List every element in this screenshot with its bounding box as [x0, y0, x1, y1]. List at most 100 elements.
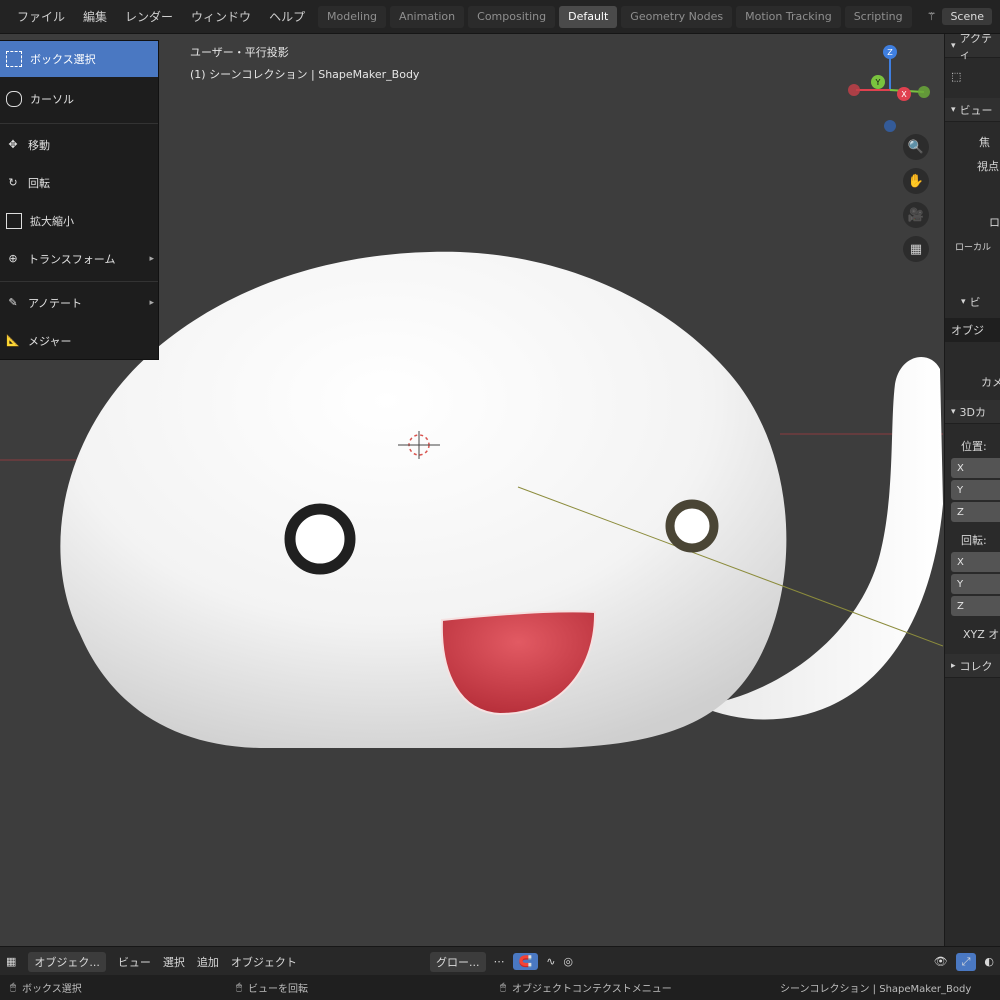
sidebar-section-view-lock[interactable]: ▾ ビ — [955, 290, 1000, 314]
status-middle-left-action: ビューを回転 — [248, 984, 308, 995]
tool-transform[interactable]: ⊕ トランスフォーム ▸ — [0, 241, 158, 277]
zoom-icon[interactable]: 🔍 — [903, 134, 929, 160]
tool-label: ボックス選択 — [30, 53, 96, 66]
sidebar-section-view[interactable]: ▾ ビュー — [945, 98, 1000, 122]
tool-label: トランスフォーム — [28, 253, 116, 266]
tool-measure[interactable]: 📐 メジャー — [0, 323, 158, 359]
gizmo-z-label: Z — [887, 48, 893, 57]
tool-cursor[interactable]: カーソル — [0, 81, 158, 117]
scene-name[interactable]: Scene — [942, 7, 992, 25]
tool-scale[interactable]: 拡大縮小 — [0, 203, 158, 239]
active-object-label: (1) シーンコレクション | ShapeMaker_Body — [190, 68, 420, 81]
section-title: 3Dカ — [959, 405, 986, 419]
navigation-gizmo[interactable]: Z Y X — [842, 42, 942, 142]
cursor-location-y[interactable]: Y — [951, 480, 1000, 500]
right-eye[interactable] — [665, 499, 719, 553]
chevron-right-icon: ▸ — [951, 660, 956, 671]
editor-type-icon[interactable]: ▦ — [6, 955, 16, 968]
tool-move[interactable]: ✥ 移動 — [0, 127, 158, 163]
box-select-icon — [6, 51, 22, 67]
camera-icon[interactable]: 🎥 — [903, 202, 929, 228]
status-middle-action: オブジェクトコンテクストメニュー — [512, 984, 672, 995]
active-tool-row[interactable]: ⬚ — [945, 64, 1000, 88]
mouse-left-icon: 🖱 — [10, 982, 16, 993]
proportional-edit-icon[interactable]: ◎ — [563, 955, 573, 968]
tab-animation[interactable]: Animation — [390, 6, 465, 28]
section-title: ビ — [969, 296, 981, 309]
visibility-icon[interactable]: 👁 — [934, 955, 948, 968]
menu-help[interactable]: ヘルプ — [260, 8, 314, 25]
sidebar-section-collection[interactable]: ▸ コレク — [945, 654, 1000, 678]
cursor-location-x[interactable]: X — [951, 458, 1000, 478]
menu-select[interactable]: 選択 — [163, 954, 185, 970]
pivot-point-icon[interactable]: ⋯ — [494, 955, 505, 968]
body-mesh[interactable] — [60, 251, 787, 748]
menu-view[interactable]: ビュー — [118, 954, 151, 970]
tool-box-select[interactable]: ボックス選択 — [0, 41, 158, 77]
tool-label: 拡大縮小 — [30, 215, 74, 228]
local-camera-label: ローカル — [955, 242, 992, 253]
gizmo-neg-y[interactable] — [918, 86, 930, 98]
snap-target-select[interactable]: ∿ — [546, 955, 555, 968]
workspace-tabs: Modeling Animation Compositing Default G… — [318, 6, 912, 28]
tool-annotate[interactable]: ✎ アノテート ▸ — [0, 285, 158, 321]
overlay-icon[interactable]: ◐ — [984, 955, 994, 968]
gizmo-toggle[interactable]: ⤢ — [955, 952, 977, 971]
menu-divider — [0, 123, 158, 124]
left-eye[interactable] — [284, 503, 356, 575]
mouse-right-icon: 🖱 — [500, 982, 506, 993]
rotate-icon: ↻ — [8, 176, 18, 189]
menu-add[interactable]: 追加 — [197, 954, 219, 970]
tab-default[interactable]: Default — [559, 6, 618, 28]
viewport-nav-buttons: 🔍 ✋ 🎥 ▦ — [903, 134, 933, 270]
transform-orientation-select[interactable]: グロー... — [430, 951, 486, 972]
pan-hand-icon[interactable]: ✋ — [903, 168, 929, 194]
cursor-rotation-x[interactable]: X — [951, 552, 1000, 572]
section-title: コレク — [959, 659, 993, 673]
3d-viewport[interactable]: ユーザー・平行投影 (1) シーンコレクション | ShapeMaker_Bod… — [0, 34, 943, 946]
menu-window[interactable]: ウィンドウ — [182, 8, 260, 25]
tab-geometry-nodes[interactable]: Geometry Nodes — [621, 6, 733, 28]
menu-object[interactable]: オブジェクト — [231, 954, 297, 970]
cursor-rotation-y[interactable]: Y — [951, 574, 1000, 594]
scene-icon: ⚚ — [926, 9, 937, 23]
rotation-mode-select[interactable]: XYZ オ — [957, 622, 1000, 646]
camera-lock-label: カメ — [981, 376, 1000, 389]
tab-compositing[interactable]: Compositing — [468, 6, 556, 28]
tab-motion-tracking[interactable]: Motion Tracking — [736, 6, 841, 28]
gizmo-neg-z[interactable] — [884, 120, 896, 132]
status-scene-info: シーンコレクション | ShapeMaker_Body — [780, 984, 972, 995]
viewport-info: ユーザー・平行投影 (1) シーンコレクション | ShapeMaker_Bod… — [190, 42, 419, 86]
grid-icon[interactable]: ▦ — [903, 236, 929, 262]
cursor-rotation-z[interactable]: Z — [951, 596, 1000, 616]
location-label: 位置: — [961, 440, 987, 453]
menu-edit[interactable]: 編集 — [74, 8, 116, 25]
mode-selector[interactable]: オブジェク... — [28, 951, 106, 972]
tab-modeling[interactable]: Modeling — [318, 6, 387, 28]
cursor-location-z[interactable]: Z — [951, 502, 1000, 522]
top-bar: ファイル 編集 レンダー ウィンドウ ヘルプ Modeling Animatio… — [0, 0, 1000, 34]
tool-label: アノテート — [28, 297, 83, 310]
tool-menu: ボックス選択 カーソル ✥ 移動 ↻ 回転 拡大縮小 ⊕ トランスフォーム ▸ … — [0, 40, 159, 360]
sidebar-section-3d-cursor[interactable]: ▾ 3Dカ — [945, 400, 1000, 424]
properties-sidebar: ▾ アクティ ⬚ ▾ ビュー 焦 視点 ロ ローカル ▾ ビ オブジ カメ ▾ … — [944, 34, 1000, 946]
chevron-down-icon: ▾ — [951, 406, 956, 417]
menu-render[interactable]: レンダー — [116, 8, 182, 25]
sidebar-section-active[interactable]: ▾ アクティ — [945, 34, 1000, 61]
move-icon: ✥ — [8, 138, 18, 151]
scene-selector[interactable]: ⚚ Scene — [927, 4, 1000, 28]
tool-rotate[interactable]: ↻ 回転 — [0, 165, 158, 201]
gizmo-neg-x[interactable] — [848, 84, 860, 96]
section-title: ビュー — [959, 103, 993, 117]
transform-icon: ⊕ — [8, 252, 18, 265]
tab-scripting[interactable]: Scripting — [844, 6, 912, 28]
snap-toggle[interactable]: 🧲 — [512, 953, 539, 970]
lock-to-object-row[interactable]: オブジ — [945, 318, 1000, 342]
gizmo-x-label: X — [901, 90, 907, 99]
rotation-label: 回転: — [961, 534, 987, 547]
tool-icon: ⬚ — [951, 69, 962, 83]
section-title: アクティ — [959, 34, 992, 61]
menu-file[interactable]: ファイル — [8, 8, 74, 25]
chevron-right-icon: ▸ — [149, 298, 154, 308]
tool-label: カーソル — [30, 93, 74, 106]
